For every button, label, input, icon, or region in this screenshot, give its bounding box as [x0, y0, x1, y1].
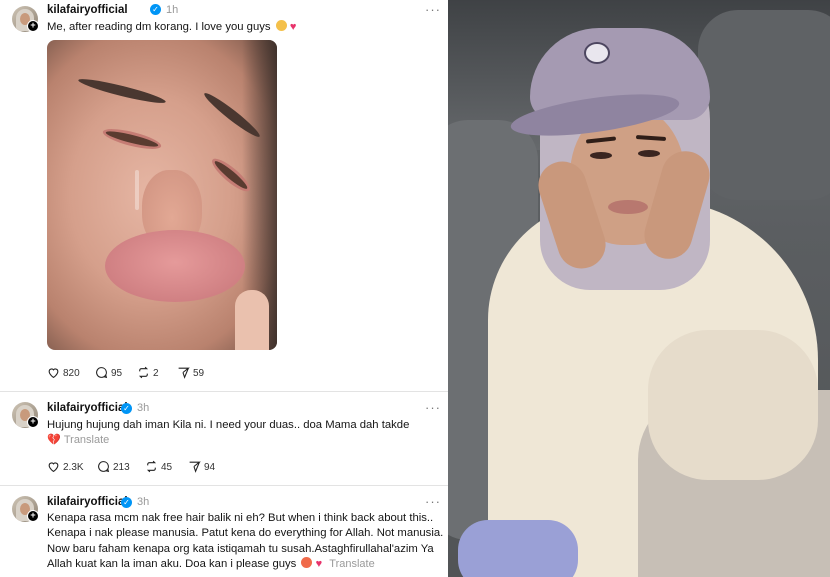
repost-count: 2 [153, 368, 159, 379]
more-options-icon[interactable]: ··· [425, 494, 441, 509]
like-button[interactable]: 820 [47, 366, 80, 379]
post-text: Me, after reading dm korang. I love you … [47, 20, 296, 35]
follow-plus-icon[interactable]: + [27, 510, 39, 522]
follow-plus-icon[interactable]: + [27, 416, 39, 428]
post-photo-hijab-cap[interactable] [448, 0, 830, 577]
post-text-line: Now baru faham kenapa org kata istiqamah… [47, 542, 434, 555]
broken-heart-emoji-icon: 💔 [47, 434, 61, 446]
share-button[interactable]: 94 [188, 460, 215, 473]
reply-button[interactable]: 95 [95, 366, 122, 379]
comment-icon [96, 367, 108, 379]
more-options-icon[interactable]: ··· [425, 2, 441, 17]
reply-count: 213 [113, 462, 130, 473]
more-options-icon[interactable]: ··· [425, 400, 441, 415]
post-time: 3h [137, 402, 150, 414]
crying-emoji-icon [301, 556, 313, 568]
translate-link[interactable]: Translate [329, 558, 374, 570]
post-text-line-last: Allah kuat kan la iman aku. Doa kan i pl… [47, 556, 443, 572]
post-text-line: Allah kuat kan la iman aku. Doa kan i pl… [47, 557, 297, 570]
post-time: 3h [137, 496, 150, 508]
post-1: + kilafairyofficial ✓ 1h ··· Me, after r… [0, 0, 448, 391]
post-3: + kilafairyofficial ✓ 3h ··· Kenapa rasa… [0, 485, 448, 577]
share-icon [189, 461, 201, 473]
post-text-line: Kenapa rasa mcm nak free hair balik ni e… [47, 512, 434, 524]
post-text: Kenapa rasa mcm nak free hair balik ni e… [47, 511, 443, 572]
verified-badge-icon: ✓ [121, 497, 132, 508]
post-2: + kilafairyofficial ✓ 3h ··· Hujung huju… [0, 391, 448, 485]
repost-button[interactable]: 2 [137, 366, 159, 379]
post-text-line: Kenapa i nak please manusia. Patut kena … [47, 527, 444, 540]
repost-button[interactable]: 45 [145, 460, 172, 473]
like-count: 820 [63, 368, 80, 379]
post-text-line: Me, after reading dm korang. I love you … [47, 21, 271, 33]
heart-icon [48, 462, 59, 473]
share-count: 59 [193, 368, 205, 379]
follow-plus-icon[interactable]: + [27, 20, 39, 32]
pink-heart-emoji-icon: ♥ [289, 21, 297, 33]
post-image-crying-face[interactable] [47, 40, 277, 350]
username[interactable]: kilafairyofficial [47, 496, 128, 508]
post-text: Hujung hujung dah iman Kila ni. I need y… [47, 418, 409, 433]
like-count: 2.3K [63, 462, 84, 473]
verified-badge-icon: ✓ [150, 4, 161, 15]
translate-row: 💔 Translate [47, 433, 109, 448]
share-count: 94 [204, 462, 216, 473]
comment-icon [98, 461, 110, 473]
heart-icon [48, 368, 59, 379]
repost-count: 45 [161, 462, 173, 473]
reply-count: 95 [111, 368, 123, 379]
post-text-line: Hujung hujung dah iman Kila ni. I need y… [47, 419, 410, 431]
crying-face-emoji-icon [275, 20, 287, 31]
share-button[interactable]: 59 [177, 366, 204, 379]
share-icon [178, 367, 190, 379]
like-button[interactable]: 2.3K [47, 460, 84, 473]
pink-heart-emoji-icon: ♥ [315, 557, 323, 570]
reply-button[interactable]: 213 [97, 460, 130, 473]
translate-link[interactable]: Translate [64, 434, 109, 446]
repost-icon [138, 366, 149, 379]
username[interactable]: kilafairyofficial [47, 402, 128, 414]
username[interactable]: kilafairyofficial [47, 4, 128, 16]
repost-icon [146, 460, 157, 473]
post-time: 1h [166, 4, 179, 16]
verified-badge-icon: ✓ [121, 403, 132, 414]
threads-feed-panel: + kilafairyofficial ✓ 1h ··· Me, after r… [0, 0, 448, 577]
